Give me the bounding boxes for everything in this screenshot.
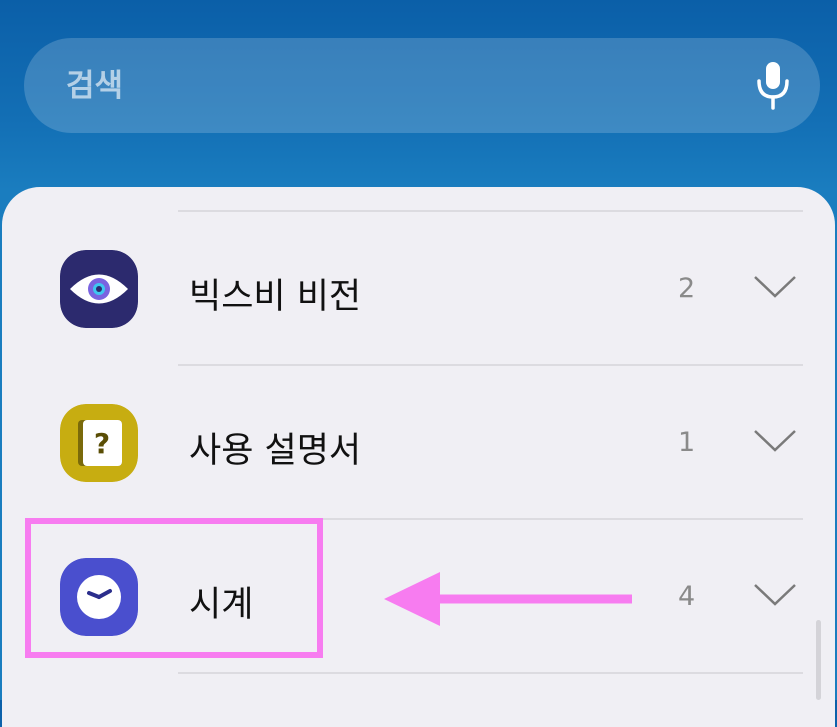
search-bar[interactable] bbox=[24, 38, 820, 133]
result-count: 2 bbox=[678, 273, 696, 304]
pointer-arrow-icon bbox=[384, 572, 632, 626]
chevron-down-icon[interactable] bbox=[752, 582, 798, 608]
search-input[interactable] bbox=[66, 38, 666, 133]
highlight-box bbox=[25, 518, 323, 658]
microphone-icon[interactable] bbox=[751, 60, 795, 110]
divider bbox=[178, 672, 803, 674]
divider bbox=[178, 210, 803, 212]
app-label: 빅스비 비전 bbox=[189, 277, 362, 317]
chevron-down-icon[interactable] bbox=[752, 274, 798, 300]
list-item-bixby-vision[interactable]: 빅스비 비전 2 bbox=[2, 225, 835, 355]
eye-icon bbox=[60, 250, 138, 328]
result-count: 1 bbox=[678, 427, 696, 458]
list-item-user-manual[interactable]: ? 사용 설명서 1 bbox=[2, 379, 835, 509]
status-bar bbox=[0, 0, 837, 14]
question-book-icon: ? bbox=[60, 404, 138, 482]
scrollbar[interactable] bbox=[816, 620, 821, 700]
result-count: 4 bbox=[678, 581, 696, 612]
chevron-down-icon[interactable] bbox=[752, 428, 798, 454]
divider bbox=[178, 364, 803, 366]
svg-text:?: ? bbox=[94, 427, 110, 460]
app-label: 사용 설명서 bbox=[189, 431, 362, 471]
